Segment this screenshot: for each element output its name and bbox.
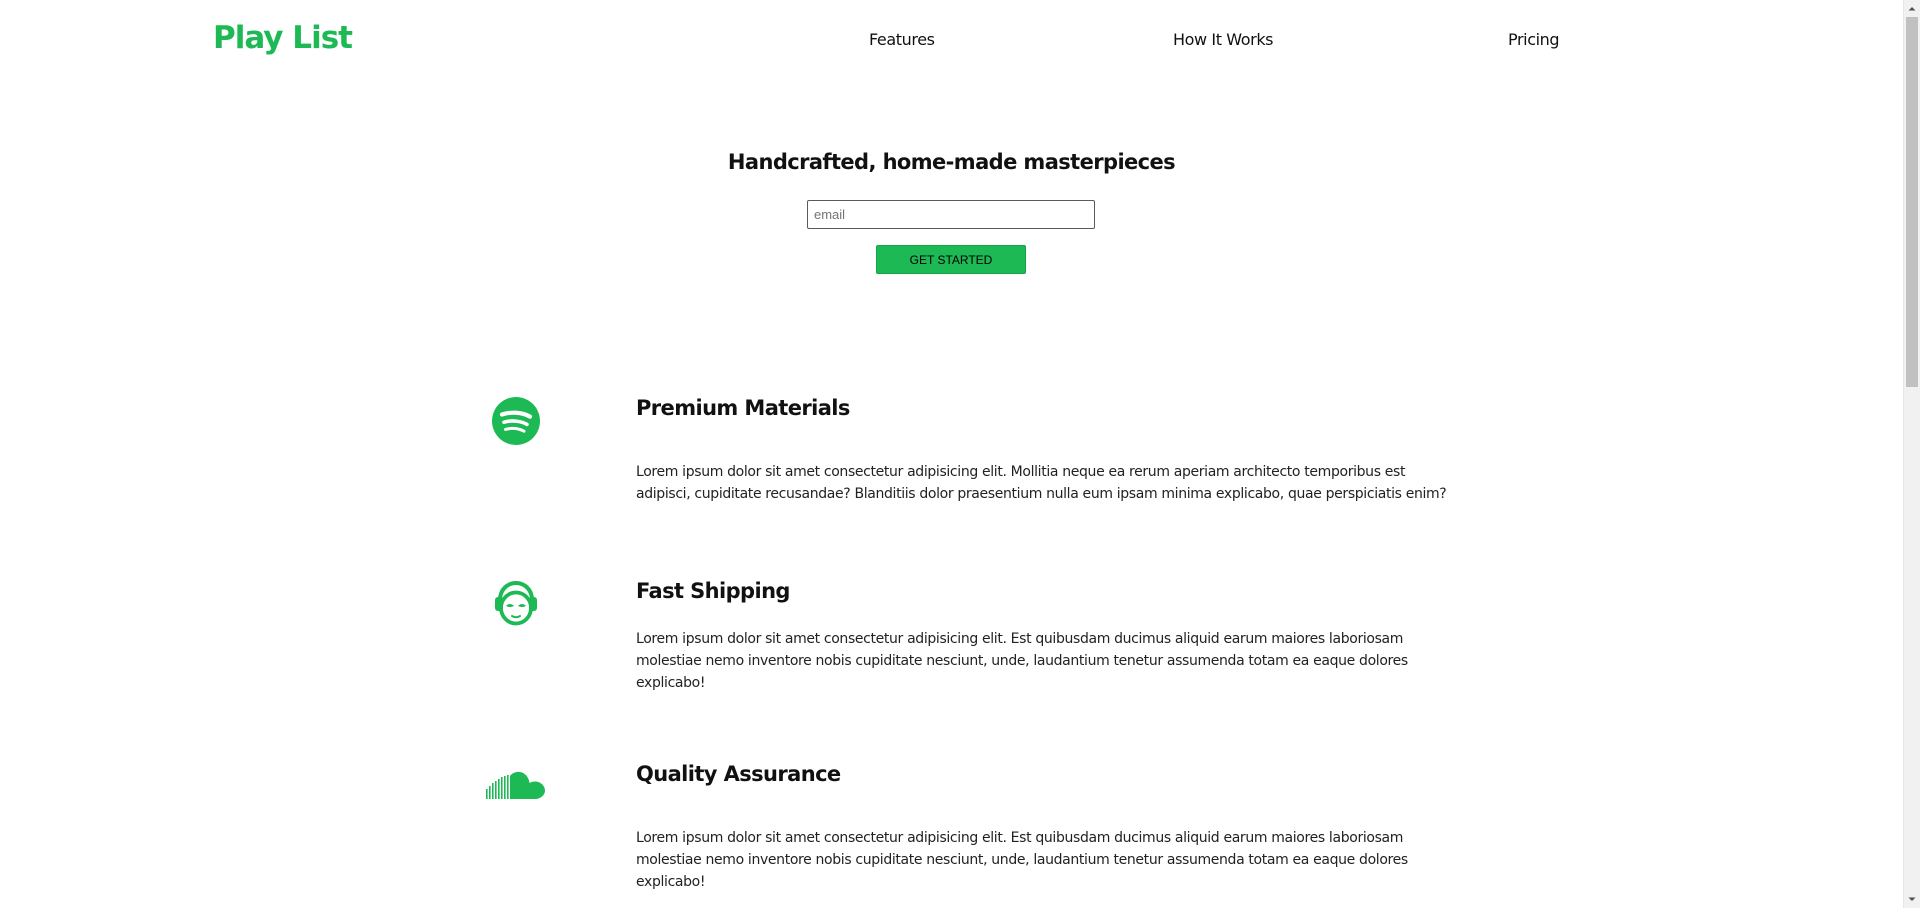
hero-title: Handcrafted, home-made masterpieces	[727, 150, 1176, 174]
vertical-scrollbar[interactable]	[1903, 0, 1920, 908]
nav-link-pricing[interactable]: Pricing	[1508, 30, 1560, 49]
feature-description: Lorem ipsum dolor sit amet consectetur a…	[636, 830, 1408, 890]
feature-title: Quality Assurance	[636, 762, 841, 786]
scroll-down-icon[interactable]	[1904, 891, 1920, 908]
feature-title: Premium Materials	[636, 396, 850, 420]
page: Play List Features How It Works Pricing …	[0, 0, 1903, 908]
email-input[interactable]	[807, 200, 1095, 229]
scroll-up-icon[interactable]	[1904, 0, 1920, 17]
site-logo[interactable]: Play List	[213, 20, 353, 56]
napster-icon	[495, 580, 537, 626]
feature-description: Lorem ipsum dolor sit amet consectetur a…	[636, 464, 1447, 502]
spotify-icon	[492, 397, 540, 445]
feature-title: Fast Shipping	[636, 579, 790, 603]
soundcloud-icon	[486, 771, 545, 799]
scrollbar-thumb[interactable]	[1906, 17, 1918, 387]
feature-description: Lorem ipsum dolor sit amet consectetur a…	[636, 631, 1408, 691]
nav-link-how-it-works[interactable]: How It Works	[1173, 30, 1274, 49]
nav-link-features[interactable]: Features	[869, 30, 935, 49]
get-started-button[interactable]: GET STARTED	[876, 245, 1026, 274]
